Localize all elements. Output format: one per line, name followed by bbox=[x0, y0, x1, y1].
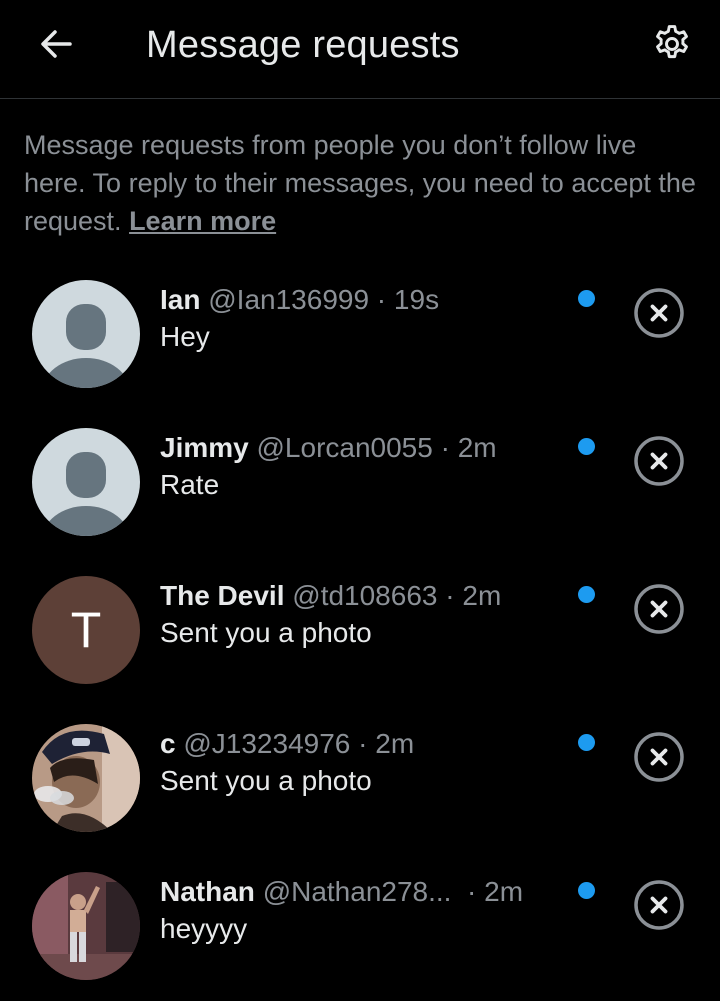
default-avatar[interactable] bbox=[32, 428, 140, 536]
description-text: Message requests from people you don’t f… bbox=[24, 130, 696, 236]
settings-button[interactable] bbox=[644, 18, 700, 70]
separator: · bbox=[432, 432, 458, 463]
close-circle-icon bbox=[634, 584, 684, 634]
message-preview: Sent you a photo bbox=[160, 765, 372, 796]
request-text: Jimmy @Lorcan0055 · 2m Rate bbox=[160, 430, 570, 504]
close-circle-icon bbox=[634, 436, 684, 486]
back-button[interactable] bbox=[28, 20, 84, 68]
request-row[interactable]: Nathan @Nathan278... · 2m heyyyy bbox=[0, 854, 720, 1001]
sender-name: Ian bbox=[160, 284, 201, 315]
learn-more-link[interactable]: Learn more bbox=[129, 206, 276, 236]
default-avatar[interactable] bbox=[32, 280, 140, 388]
user-photo bbox=[32, 872, 140, 980]
request-header: Jimmy @Lorcan0055 · 2m bbox=[160, 430, 570, 466]
request-header: c @J13234976 · 2m bbox=[160, 726, 570, 762]
sender-handle: @J13234976 bbox=[183, 728, 351, 759]
timestamp: 2m bbox=[457, 432, 497, 463]
request-text: Nathan @Nathan278... · 2m heyyyy bbox=[160, 874, 570, 948]
request-row[interactable]: T The Devil @td108663 · 2m Sent you a ph… bbox=[0, 558, 720, 706]
dismiss-button[interactable] bbox=[632, 878, 686, 932]
separator: · bbox=[437, 580, 463, 611]
photo-avatar[interactable] bbox=[32, 724, 140, 832]
timestamp: 19s bbox=[393, 284, 440, 315]
request-row[interactable]: Ian @Ian136999 · 19s Hey bbox=[0, 262, 720, 410]
arrow-left-icon bbox=[41, 30, 72, 58]
message-preview: Rate bbox=[160, 469, 220, 500]
unread-indicator bbox=[578, 734, 595, 751]
avatar-letter: T bbox=[70, 602, 102, 658]
request-text: c @J13234976 · 2m Sent you a photo bbox=[160, 726, 570, 800]
requests-description: Message requests from people you don’t f… bbox=[24, 126, 696, 240]
sender-name: Jimmy bbox=[160, 432, 249, 463]
sender-handle: @td108663 bbox=[292, 580, 438, 611]
request-text: The Devil @td108663 · 2m Sent you a phot… bbox=[160, 578, 570, 652]
sender-handle: @Nathan278... bbox=[262, 876, 452, 907]
dismiss-button[interactable] bbox=[632, 582, 686, 636]
timestamp: 2m bbox=[484, 876, 524, 907]
sender-handle: @Lorcan0055 bbox=[256, 432, 433, 463]
close-circle-icon bbox=[634, 880, 684, 930]
request-text: Ian @Ian136999 · 19s Hey bbox=[160, 282, 570, 356]
close-circle-icon bbox=[634, 732, 684, 782]
separator: · bbox=[369, 284, 394, 315]
sender-name: The Devil bbox=[160, 580, 285, 611]
gear-icon bbox=[656, 25, 688, 59]
sender-handle: @Ian136999 bbox=[208, 284, 370, 315]
default-avatar-icon bbox=[42, 452, 130, 536]
user-photo bbox=[32, 724, 140, 832]
sender-name: c bbox=[160, 728, 176, 759]
page-title: Message requests bbox=[146, 24, 460, 66]
message-preview: Hey bbox=[160, 321, 210, 352]
separator: · bbox=[350, 728, 376, 759]
request-header: Nathan @Nathan278... · 2m bbox=[160, 874, 570, 910]
photo-avatar[interactable] bbox=[32, 872, 140, 980]
request-row[interactable]: Jimmy @Lorcan0055 · 2m Rate bbox=[0, 410, 720, 558]
close-circle-icon bbox=[634, 288, 684, 338]
app-root: Message requests Message requests from p… bbox=[0, 0, 720, 1001]
unread-indicator bbox=[578, 882, 595, 899]
default-avatar-icon bbox=[42, 304, 130, 388]
sender-name: Nathan bbox=[160, 876, 255, 907]
message-preview: Sent you a photo bbox=[160, 617, 372, 648]
timestamp: 2m bbox=[462, 580, 502, 611]
message-preview: heyyyy bbox=[160, 913, 248, 944]
unread-indicator bbox=[578, 586, 595, 603]
dismiss-button[interactable] bbox=[632, 730, 686, 784]
unread-indicator bbox=[578, 438, 595, 455]
letter-avatar[interactable]: T bbox=[32, 576, 140, 684]
request-header: Ian @Ian136999 · 19s bbox=[160, 282, 570, 318]
dismiss-button[interactable] bbox=[632, 286, 686, 340]
unread-indicator bbox=[578, 290, 595, 307]
request-row[interactable]: c @J13234976 · 2m Sent you a photo bbox=[0, 706, 720, 854]
dismiss-button[interactable] bbox=[632, 434, 686, 488]
header: Message requests bbox=[0, 0, 720, 99]
request-header: The Devil @td108663 · 2m bbox=[160, 578, 570, 614]
separator: · bbox=[451, 876, 485, 907]
timestamp: 2m bbox=[375, 728, 415, 759]
